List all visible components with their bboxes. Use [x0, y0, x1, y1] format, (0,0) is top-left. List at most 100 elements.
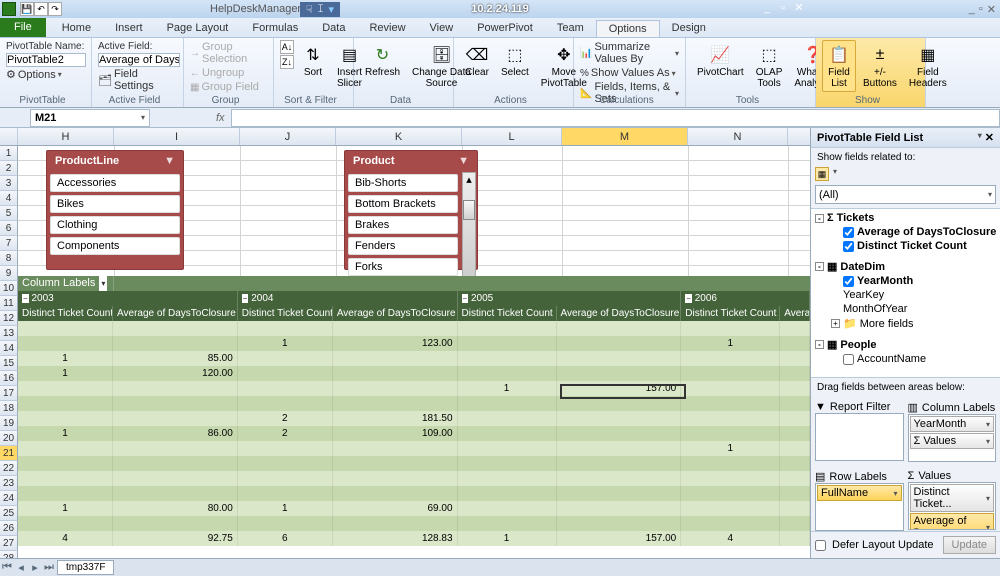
tab-view[interactable]: View — [418, 20, 466, 37]
pivot-cell[interactable] — [780, 411, 810, 426]
pivotchart-button[interactable]: 📈PivotChart — [692, 40, 749, 81]
active-cell[interactable] — [560, 384, 686, 399]
tab-data[interactable]: Data — [310, 20, 357, 37]
pivot-cell[interactable] — [780, 531, 810, 546]
pivot-cell[interactable] — [458, 321, 557, 336]
show-values-as-button[interactable]: % Show Values As ▾ — [580, 66, 679, 80]
pivot-cell[interactable] — [113, 441, 238, 456]
remote-restore-icon[interactable]: ▫ — [776, 2, 790, 16]
row-header[interactable]: 1 — [0, 146, 18, 161]
row-header[interactable]: 13 — [0, 326, 18, 341]
pivot-cell[interactable] — [18, 471, 113, 486]
pivot-cell[interactable] — [333, 381, 458, 396]
refresh-button[interactable]: ↻ Refresh — [360, 40, 405, 81]
sheet-nav-last[interactable]: ⏭ — [42, 561, 56, 574]
row-header[interactable]: 11 — [0, 296, 18, 311]
pivot-cell[interactable] — [113, 486, 238, 501]
pivot-cell[interactable]: 69.00 — [333, 501, 458, 516]
field-node[interactable]: YearKey — [813, 288, 998, 302]
pivot-cell[interactable] — [238, 486, 333, 501]
defer-checkbox[interactable] — [815, 540, 826, 551]
pivot-cell[interactable] — [681, 411, 780, 426]
pivot-cell[interactable] — [681, 321, 780, 336]
pivot-cell[interactable] — [780, 381, 810, 396]
pivot-cell[interactable] — [18, 441, 113, 456]
pivot-cell[interactable] — [18, 321, 113, 336]
olap-tools-button[interactable]: ⬚OLAP Tools — [751, 40, 788, 92]
col-header-M[interactable]: M — [562, 128, 688, 145]
expand-toggle[interactable]: + — [831, 319, 840, 328]
pivot-data-row[interactable]: 1120.00 — [18, 366, 810, 381]
close-icon[interactable]: ✕ — [987, 3, 996, 16]
pivot-cell[interactable] — [557, 456, 682, 471]
pivot-cell[interactable] — [113, 456, 238, 471]
pivot-cell[interactable]: 1 — [18, 366, 113, 381]
row-header[interactable]: 20 — [0, 431, 18, 446]
remote-minimize-icon[interactable]: _ — [760, 2, 774, 16]
pivot-cell[interactable] — [238, 471, 333, 486]
slicer-product[interactable]: Product▼ ▴Bib-ShortsBottom BracketsBrake… — [344, 150, 478, 270]
pivot-cell[interactable] — [238, 366, 333, 381]
field-checkbox[interactable] — [843, 276, 854, 287]
pivot-cell[interactable] — [681, 381, 780, 396]
pivot-cell[interactable]: 128.83 — [333, 531, 458, 546]
pivot-cell[interactable]: 80.00 — [113, 501, 238, 516]
row-header[interactable]: 6 — [0, 221, 18, 236]
field-tree[interactable]: -ΣTicketsAverage of DaysToClosureDistinc… — [811, 208, 1000, 378]
pivot-cell[interactable] — [557, 441, 682, 456]
pivot-year-header[interactable]: − 2003 — [18, 291, 238, 306]
row-header[interactable]: 3 — [0, 176, 18, 191]
tab-review[interactable]: Review — [357, 20, 417, 37]
pivot-data-row[interactable]: 180.00169.00 — [18, 501, 810, 516]
pivot-cell[interactable] — [238, 456, 333, 471]
tab-insert[interactable]: Insert — [103, 20, 155, 37]
pivot-cell[interactable] — [557, 426, 682, 441]
row-header[interactable]: 9 — [0, 266, 18, 281]
name-box[interactable]: M21▾ — [30, 109, 150, 127]
pivot-data-row[interactable] — [18, 486, 810, 501]
pivot-cell[interactable] — [681, 456, 780, 471]
sort-desc-icon[interactable]: Z↓ — [280, 55, 294, 69]
qat-save-icon[interactable]: 💾 — [20, 2, 34, 16]
file-tab[interactable]: File — [0, 17, 46, 37]
pivot-cell[interactable] — [780, 351, 810, 366]
pivot-cell[interactable]: 1 — [18, 351, 113, 366]
pivot-cell[interactable] — [681, 426, 780, 441]
pivot-cell[interactable] — [780, 396, 810, 411]
field-node[interactable]: AccountName — [813, 352, 998, 366]
row-header[interactable]: 8 — [0, 251, 18, 266]
pivot-cell[interactable] — [18, 486, 113, 501]
pivot-cell[interactable] — [557, 336, 682, 351]
formula-input[interactable] — [231, 109, 1000, 127]
col-header-I[interactable]: I — [114, 128, 240, 145]
pivot-cell[interactable] — [681, 351, 780, 366]
pivot-data-row[interactable]: 186.002109.00 — [18, 426, 810, 441]
pivot-data-row[interactable] — [18, 321, 810, 336]
pivot-table[interactable]: Column Labels ▾ − 2003− 2004− 2005− 2006… — [18, 276, 810, 546]
column-headers[interactable]: HIJKLMN — [0, 128, 810, 146]
chevron-down-icon[interactable]: ▾ — [833, 167, 837, 181]
pivot-cell[interactable]: 1 — [238, 501, 333, 516]
pivot-cell[interactable] — [458, 501, 557, 516]
pivot-cell[interactable]: 1 — [18, 426, 113, 441]
pivot-cell[interactable] — [333, 366, 458, 381]
pivot-cell[interactable] — [18, 396, 113, 411]
pivot-cell[interactable]: 1 — [458, 381, 557, 396]
pivot-cell[interactable]: 1 — [681, 336, 780, 351]
row-header[interactable]: 22 — [0, 461, 18, 476]
pivot-cell[interactable]: 123.00 — [333, 336, 458, 351]
col-header-N[interactable]: N — [688, 128, 788, 145]
row-header[interactable]: 25 — [0, 506, 18, 521]
row-header[interactable]: 17 — [0, 386, 18, 401]
pivot-cell[interactable] — [780, 321, 810, 336]
pivot-cell[interactable] — [780, 516, 810, 531]
slicer-item[interactable]: Brakes — [348, 216, 458, 234]
col-header-K[interactable]: K — [336, 128, 462, 145]
pivot-cell[interactable] — [458, 336, 557, 351]
row-header[interactable]: 2 — [0, 161, 18, 176]
pivot-cell[interactable]: 1 — [681, 441, 780, 456]
pivot-cell[interactable]: 86.00 — [113, 426, 238, 441]
tab-home[interactable]: Home — [50, 20, 103, 37]
filter-icon[interactable]: ▼ — [458, 155, 469, 167]
worksheet[interactable]: HIJKLMN 12345678910111213141516171819202… — [0, 128, 810, 558]
